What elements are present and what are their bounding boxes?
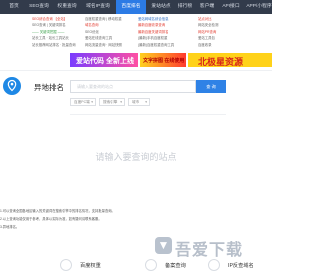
link-item[interactable]: 百度收录 [198,42,218,48]
feature-label: IP反查域名 [228,263,254,269]
nav-item-home[interactable]: 首页 [6,0,22,14]
city-select-value: 城市 [132,100,140,104]
nav-item-seo[interactable]: SEO查询 [28,0,50,14]
ad-banner-text: 北极星资源 [198,57,244,67]
chevron-down-icon: ▾ [120,100,122,104]
nav-item-domain-ip[interactable]: 域名IP查询 [84,0,112,14]
weight-icon [60,259,72,271]
nav-item-api[interactable]: API接口 [220,0,242,14]
search-engine-select[interactable]: 搜索引擎 ▾ [99,98,125,106]
chevron-down-icon: ▾ [91,100,93,104]
city-select[interactable]: 城市 ▾ [128,98,150,106]
nav-item-app[interactable]: APP/小程序 [246,0,272,14]
link-column-1: SEO综合查询 【全站】 SEO查询 | 关键词排名 —— 关键词挖掘 —— 站… [32,16,76,48]
watermark-logo-icon: ▼ [155,237,172,254]
location-pin-icon [3,77,21,95]
link-item[interactable]: (最新)百度权重查询工具 [138,42,174,48]
chevron-down-icon: ▾ [145,100,147,104]
search-input[interactable]: 请输入要查询的站点 [70,80,196,93]
nav-item-client[interactable]: 客户端 [198,0,216,14]
nav-item-ranking[interactable]: 排行榜 [176,0,194,14]
engine-select[interactable]: 百度PC端 ▾ [70,98,96,106]
link-column-2: 百度权重查询 | 移动权重 域名查询 SEO优化 爱站在线查询工具 网站流量查询… [85,16,122,48]
top-navigation: 首页 SEO查询 权重查询 域名IP查询 百度排名 爱站站点 排行榜 客户端 A… [0,0,272,14]
feature-label: 百度权重 [80,263,101,269]
link-item[interactable]: 网站安全检测 [198,22,218,28]
divider [70,114,226,115]
ad-banner-2[interactable]: 文字拼图 在线使用 [140,53,186,67]
link-panel: SEO综合查询 【全站】 SEO查询 | 关键词排名 —— 关键词挖掘 —— 站… [0,14,272,50]
watermark-text: 吾爱下载 [175,242,244,259]
note-line: 2.以上查询功能仅用于参考，具体以实际为准，如有疑问请联系客服。 [0,217,102,221]
nav-item-weight[interactable]: 权重查询 [56,0,78,14]
usage-notes: 1.可以查询全国各地区输入的关键词在搜索引擎中的排名情况，支持批量查询。 2.以… [0,207,115,231]
link-column-3: 爱站网域名综合信息 最新百度收录查询 最新百度关键词排名 (最新)手机百度权重 … [138,16,174,48]
result-placeholder: 请输入要查询的站点 [95,152,177,162]
ip-icon [208,259,220,271]
link-column-4: 站点对比 网站安全检测 网站PR查询 爱站工具包 百度收录 [198,16,218,48]
ad-banner-1[interactable]: 爱站代码 全新上线 [70,53,138,67]
link-item[interactable]: 站长推荐网站排名 · 批量查询 [32,42,76,48]
ad-banner-3[interactable]: 北极星资源 [188,53,272,67]
nav-item-baidu-rank[interactable]: 百度排名 [116,0,146,14]
ad-banner-text: 爱站代码 全新上线 [76,58,134,65]
record-icon [145,259,157,271]
ad-banner-text: 文字拼图 在线使用 [143,58,185,64]
engine-select-value: 百度PC端 [74,100,90,104]
feature-label: 备案查询 [165,263,186,269]
divider [0,70,272,71]
note-line: 3.异地排名。 [0,225,20,229]
nav-item-site[interactable]: 爱站站点 [150,0,172,14]
link-item[interactable]: 网站流量查询 · 网站快照 [85,42,122,48]
page-title: 异地排名 [34,83,64,92]
note-line: 1.可以查询全国各地区输入的关键词在搜索引擎中的排名情况，支持批量查询。 [0,209,115,213]
search-engine-select-value: 搜索引擎 [103,100,118,104]
search-button[interactable]: 查 询 [196,80,226,93]
